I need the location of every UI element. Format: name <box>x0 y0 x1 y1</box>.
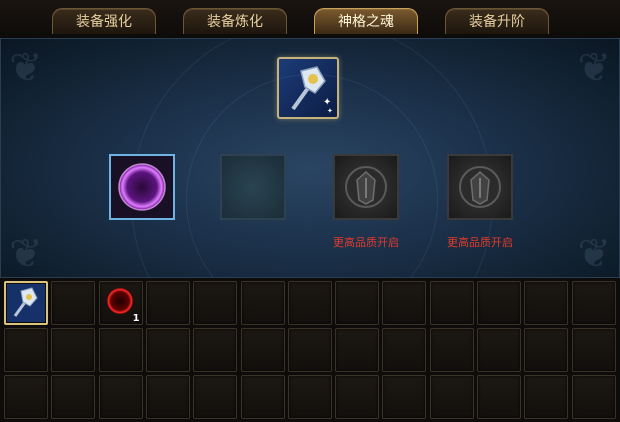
inventory-grid: 1 <box>0 278 620 422</box>
item-count: 1 <box>132 313 140 324</box>
inventory-slot[interactable] <box>287 328 332 372</box>
inventory-slot[interactable] <box>382 375 427 419</box>
inventory-slot[interactable] <box>524 375 569 419</box>
inventory-slot[interactable] <box>382 328 427 372</box>
inventory-slot[interactable] <box>240 375 285 419</box>
svg-text:✦: ✦ <box>323 97 331 108</box>
crystal-staff-icon: ✦ ✦ <box>291 66 333 115</box>
inventory-slot[interactable] <box>571 375 616 419</box>
helmet-crest-icon <box>345 166 387 208</box>
inventory-slot[interactable] <box>4 281 48 325</box>
gem-socket-filled[interactable] <box>109 154 175 220</box>
inventory-slot[interactable] <box>429 281 474 325</box>
inventory-slot[interactable] <box>193 281 238 325</box>
socket-panel: ❦ ❦ ❦ ❦ ✦ ✦ 更高品质开启 更高品质开启 <box>0 38 620 278</box>
corner-ornament-icon: ❦ <box>9 231 43 277</box>
inventory-slot[interactable] <box>145 281 190 325</box>
inventory-slot[interactable] <box>240 328 285 372</box>
inventory-slot[interactable] <box>335 328 380 372</box>
tab-divine-soul[interactable]: 神格之魂 <box>314 8 418 34</box>
inventory-slot[interactable] <box>4 375 48 419</box>
svg-text:✦: ✦ <box>327 107 333 115</box>
inventory-slot[interactable] <box>524 328 569 372</box>
inventory-slot[interactable] <box>335 281 380 325</box>
inventory-slot[interactable]: 1 <box>98 281 143 325</box>
purple-orb-icon <box>118 163 166 211</box>
tab-equip-upgrade[interactable]: 装备升阶 <box>445 8 549 34</box>
inventory-slot[interactable] <box>382 281 427 325</box>
inventory-slot[interactable] <box>477 328 521 372</box>
tab-equip-strengthen[interactable]: 装备强化 <box>52 8 156 34</box>
inventory-slot[interactable] <box>571 281 616 325</box>
tab-equip-refine[interactable]: 装备炼化 <box>183 8 287 34</box>
corner-ornament-icon: ❦ <box>9 45 43 91</box>
gem-socket-locked <box>447 154 513 220</box>
crystal-staff-icon <box>7 284 45 322</box>
tab-bar: 装备强化 装备炼化 神格之魂 装备升阶 <box>0 0 620 39</box>
inventory-slot[interactable] <box>287 281 332 325</box>
inventory-slot[interactable] <box>193 375 238 419</box>
inventory-slot[interactable] <box>571 328 616 372</box>
inventory-slot[interactable] <box>240 281 285 325</box>
inventory-slot[interactable] <box>51 281 96 325</box>
inventory-slot[interactable] <box>145 328 190 372</box>
gem-socket-locked <box>333 154 399 220</box>
locked-slot-label: 更高品质开启 <box>447 236 513 249</box>
inventory-slot[interactable] <box>287 375 332 419</box>
inventory-slot[interactable] <box>193 328 238 372</box>
inventory-slot[interactable] <box>4 328 48 372</box>
inventory-slot[interactable] <box>429 375 474 419</box>
inventory-slot[interactable] <box>98 375 143 419</box>
corner-ornament-icon: ❦ <box>577 45 611 91</box>
inventory-slot[interactable] <box>524 281 569 325</box>
gem-socket-empty[interactable] <box>220 154 286 220</box>
corner-ornament-icon: ❦ <box>577 231 611 277</box>
locked-slot-label: 更高品质开启 <box>333 236 399 249</box>
inventory-slot[interactable] <box>51 375 96 419</box>
inventory-slot[interactable] <box>98 328 143 372</box>
inventory-slot[interactable] <box>335 375 380 419</box>
helmet-crest-icon <box>459 166 501 208</box>
inventory-slot[interactable] <box>477 281 521 325</box>
inventory-slot[interactable] <box>429 328 474 372</box>
inventory-slot[interactable] <box>477 375 521 419</box>
inventory-slot[interactable] <box>145 375 190 419</box>
equipped-item-slot[interactable]: ✦ ✦ <box>277 57 339 119</box>
inventory-slot[interactable] <box>51 328 96 372</box>
